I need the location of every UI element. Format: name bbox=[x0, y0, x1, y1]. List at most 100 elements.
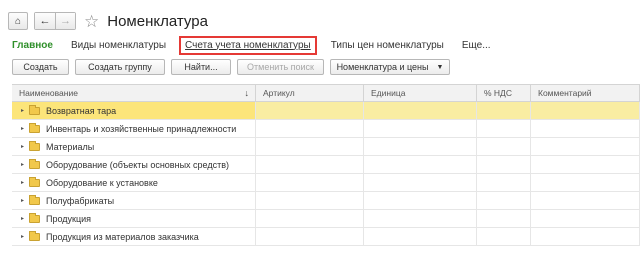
cell-vat bbox=[477, 156, 531, 173]
cell-unit bbox=[364, 228, 477, 245]
folder-icon bbox=[29, 230, 40, 241]
arrow-right-icon: → bbox=[60, 15, 71, 27]
table-row[interactable]: ▸ Оборудование (объекты основных средств) bbox=[12, 156, 640, 174]
tab-nomenclature-types[interactable]: Виды номенклатуры bbox=[71, 40, 166, 51]
cancel-search-button[interactable]: Отменить поиск bbox=[237, 59, 324, 75]
cell-comment bbox=[531, 120, 640, 137]
cell-name: ▸ Возвратная тара bbox=[12, 102, 256, 119]
cell-article bbox=[256, 210, 364, 227]
cell-comment bbox=[531, 228, 640, 245]
cell-comment bbox=[531, 138, 640, 155]
folder-icon bbox=[29, 176, 40, 187]
title-bar: ⌂ ← → ☆ Номенклатура bbox=[8, 10, 208, 32]
sort-arrow-icon: ↓ bbox=[244, 88, 250, 98]
cell-article bbox=[256, 156, 364, 173]
find-button[interactable]: Найти... bbox=[171, 59, 231, 75]
table-row[interactable]: ▸ Оборудование к установке bbox=[12, 174, 640, 192]
cell-article bbox=[256, 138, 364, 155]
column-header-comment[interactable]: Комментарий bbox=[531, 85, 640, 101]
row-name: Материалы bbox=[46, 141, 95, 152]
cell-article bbox=[256, 228, 364, 245]
cell-unit bbox=[364, 192, 477, 209]
home-button[interactable]: ⌂ bbox=[8, 12, 28, 30]
cell-name: ▸ Инвентарь и хозяйственные принадлежност… bbox=[12, 120, 256, 137]
create-button[interactable]: Создать bbox=[12, 59, 69, 75]
chevron-down-icon: ▼ bbox=[436, 63, 444, 71]
home-icon: ⌂ bbox=[14, 15, 22, 27]
row-name: Полуфабрикаты bbox=[46, 195, 115, 206]
arrow-left-icon: ← bbox=[39, 15, 51, 27]
table-row[interactable]: ▸ Возвратная тара bbox=[12, 102, 640, 120]
row-name: Оборудование к установке bbox=[46, 177, 158, 188]
nomenclature-table: Наименование ↓ Артикул Единица % НДС Ком… bbox=[12, 84, 640, 246]
table-row[interactable]: ▸ Инвентарь и хозяйственные принадлежност… bbox=[12, 120, 640, 138]
folder-icon bbox=[29, 140, 40, 151]
cell-vat bbox=[477, 228, 531, 245]
expand-icon[interactable]: ▸ bbox=[21, 107, 29, 114]
cell-vat bbox=[477, 210, 531, 227]
table-row[interactable]: ▸ Продукция из материалов заказчика bbox=[12, 228, 640, 246]
cell-unit bbox=[364, 210, 477, 227]
cell-name: ▸ Полуфабрикаты bbox=[12, 192, 256, 209]
cell-comment bbox=[531, 210, 640, 227]
cell-comment bbox=[531, 102, 640, 119]
table-row[interactable]: ▸ Материалы bbox=[12, 138, 640, 156]
cell-unit bbox=[364, 156, 477, 173]
create-group-button[interactable]: Создать группу bbox=[75, 59, 165, 75]
toolbar: Создать Создать группу Найти... Отменить… bbox=[12, 59, 456, 75]
cell-unit bbox=[364, 138, 477, 155]
back-button[interactable]: ← bbox=[35, 13, 55, 29]
column-header-vat[interactable]: % НДС bbox=[477, 85, 531, 101]
folder-icon bbox=[29, 104, 40, 115]
expand-icon[interactable]: ▸ bbox=[21, 215, 29, 222]
folder-icon bbox=[29, 212, 40, 223]
nomenclature-prices-button[interactable]: Номенклатура и цены ▼ bbox=[330, 59, 450, 75]
expand-icon[interactable]: ▸ bbox=[21, 179, 29, 186]
cell-comment bbox=[531, 192, 640, 209]
cell-vat bbox=[477, 138, 531, 155]
folder-icon bbox=[29, 194, 40, 205]
cell-vat bbox=[477, 102, 531, 119]
column-header-label: Наименование bbox=[19, 88, 78, 98]
tab-price-types[interactable]: Типы цен номенклатуры bbox=[331, 40, 444, 51]
cell-name: ▸ Продукция из материалов заказчика bbox=[12, 228, 256, 245]
row-name: Продукция из материалов заказчика bbox=[46, 231, 199, 242]
expand-icon[interactable]: ▸ bbox=[21, 143, 29, 150]
cell-comment bbox=[531, 174, 640, 191]
row-name: Возвратная тара bbox=[46, 105, 117, 116]
table-body: ▸ Возвратная тара ▸ Инвентарь и хозяйственн… bbox=[12, 102, 640, 246]
forward-button[interactable]: → bbox=[55, 13, 75, 29]
table-row[interactable]: ▸ Продукция bbox=[12, 210, 640, 228]
row-name: Оборудование (объекты основных средств) bbox=[46, 159, 229, 170]
nav-buttons: ← → bbox=[34, 12, 76, 30]
cell-name: ▸ Материалы bbox=[12, 138, 256, 155]
cell-name: ▸ Продукция bbox=[12, 210, 256, 227]
expand-icon[interactable]: ▸ bbox=[21, 125, 29, 132]
column-header-name[interactable]: Наименование ↓ bbox=[12, 85, 256, 101]
cell-unit bbox=[364, 102, 477, 119]
section-tabs: Главное Виды номенклатуры Счета учета но… bbox=[12, 35, 509, 55]
tab-accounting-accounts[interactable]: Счета учета номенклатуры bbox=[179, 35, 317, 55]
table-row[interactable]: ▸ Полуфабрикаты bbox=[12, 192, 640, 210]
cell-unit bbox=[364, 174, 477, 191]
cell-vat bbox=[477, 192, 531, 209]
expand-icon[interactable]: ▸ bbox=[21, 161, 29, 168]
tab-more[interactable]: Еще... bbox=[462, 40, 491, 51]
row-name: Продукция bbox=[46, 213, 92, 224]
cell-vat bbox=[477, 120, 531, 137]
page-title: Номенклатура bbox=[107, 12, 208, 30]
star-icon[interactable]: ☆ bbox=[84, 13, 99, 30]
expand-icon[interactable]: ▸ bbox=[21, 233, 29, 240]
cell-vat bbox=[477, 174, 531, 191]
folder-icon bbox=[29, 122, 40, 133]
cell-name: ▸ Оборудование (объекты основных средств) bbox=[12, 156, 256, 173]
cell-comment bbox=[531, 156, 640, 173]
column-header-article[interactable]: Артикул bbox=[256, 85, 364, 101]
cell-name: ▸ Оборудование к установке bbox=[12, 174, 256, 191]
column-header-unit[interactable]: Единица bbox=[364, 85, 477, 101]
cell-unit bbox=[364, 120, 477, 137]
row-name: Инвентарь и хозяйственные принадлежности bbox=[46, 123, 237, 134]
cell-article bbox=[256, 174, 364, 191]
expand-icon[interactable]: ▸ bbox=[21, 197, 29, 204]
tab-main[interactable]: Главное bbox=[12, 40, 53, 51]
